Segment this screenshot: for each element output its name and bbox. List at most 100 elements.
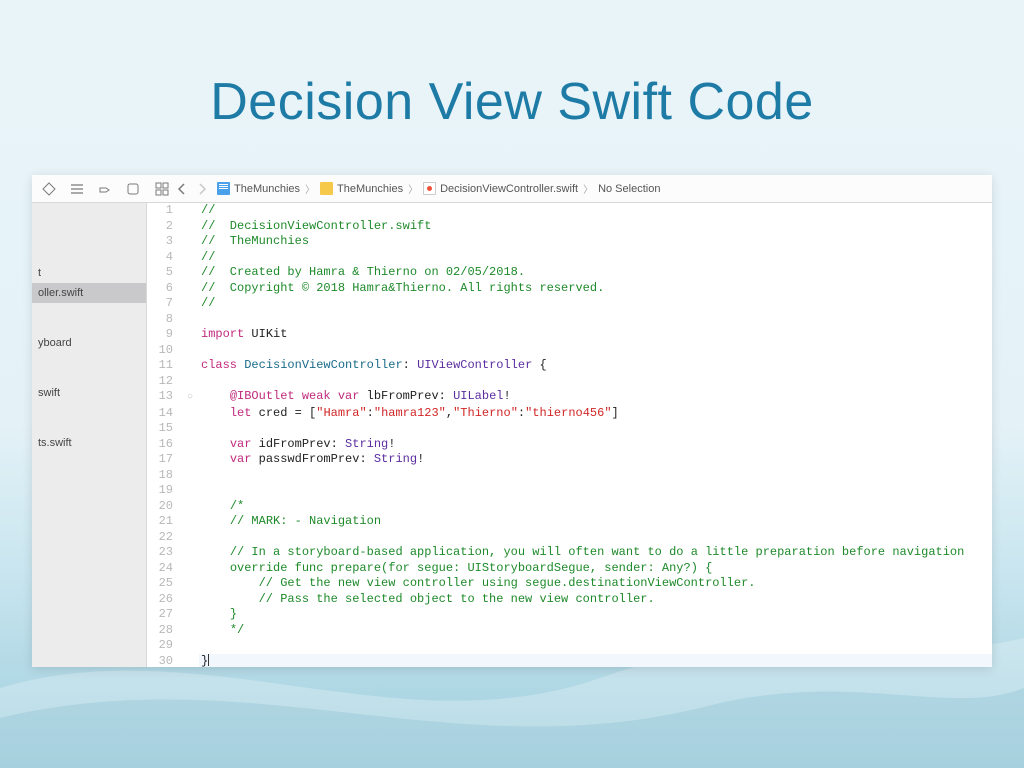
code-content[interactable]: // Copyright © 2018 Hamra&Thierno. All r… (199, 281, 992, 297)
code-line[interactable]: 7// (147, 296, 992, 312)
code-line[interactable]: 21 // MARK: - Navigation (147, 514, 992, 530)
code-content[interactable]: // In a storyboard-based application, yo… (199, 545, 992, 561)
code-line[interactable]: 29 (147, 638, 992, 654)
crumb-label: TheMunchies (234, 183, 300, 195)
code-content[interactable]: class DecisionViewController: UIViewCont… (199, 358, 992, 374)
code-line[interactable]: 26 // Pass the selected object to the ne… (147, 592, 992, 608)
gutter-spacer (181, 452, 199, 468)
code-line[interactable]: 8 (147, 312, 992, 328)
square-icon[interactable] (126, 182, 140, 196)
code-line[interactable]: 13 @IBOutlet weak var lbFromPrev: UILabe… (147, 389, 992, 406)
code-content[interactable] (199, 468, 992, 484)
code-line[interactable]: 6// Copyright © 2018 Hamra&Thierno. All … (147, 281, 992, 297)
outlet-indicator-icon[interactable] (181, 389, 199, 406)
code-content[interactable] (199, 421, 992, 437)
code-content[interactable]: var idFromPrev: String! (199, 437, 992, 453)
sidebar-item[interactable]: t (32, 263, 146, 283)
code-content[interactable] (199, 530, 992, 546)
lines-icon[interactable] (70, 182, 84, 196)
line-number: 23 (147, 545, 181, 561)
grid-icon[interactable] (155, 182, 169, 196)
gutter-spacer (181, 437, 199, 453)
code-content[interactable]: // (199, 296, 992, 312)
crumb-label: TheMunchies (337, 183, 403, 195)
code-content[interactable]: // TheMunchies (199, 234, 992, 250)
code-line[interactable]: 23 // In a storyboard-based application,… (147, 545, 992, 561)
code-content[interactable]: let cred = ["Hamra":"hamra123","Thierno"… (199, 406, 992, 422)
code-content[interactable]: @IBOutlet weak var lbFromPrev: UILabel! (199, 389, 992, 406)
line-number: 26 (147, 592, 181, 608)
code-content[interactable]: // (199, 203, 992, 219)
crumb-label: DecisionViewController.swift (440, 183, 578, 195)
crumb-selection[interactable]: No Selection (598, 183, 660, 195)
code-line[interactable]: 4// (147, 250, 992, 266)
code-line[interactable]: 12 (147, 374, 992, 390)
code-line[interactable]: 28 */ (147, 623, 992, 639)
code-line[interactable]: 25 // Get the new view controller using … (147, 576, 992, 592)
code-content[interactable] (199, 312, 992, 328)
code-line[interactable]: 18 (147, 468, 992, 484)
line-number: 22 (147, 530, 181, 546)
code-content[interactable] (199, 374, 992, 390)
code-content[interactable]: } (199, 607, 992, 623)
code-content[interactable] (199, 483, 992, 499)
sidebar-item[interactable]: ts.swift (32, 433, 146, 453)
code-content[interactable]: } (199, 654, 992, 668)
code-line[interactable]: 5 // Created by Hamra & Thierno on 02/05/… (147, 265, 992, 281)
code-line[interactable]: 3// TheMunchies (147, 234, 992, 250)
code-line[interactable]: 20 /* (147, 499, 992, 515)
code-line[interactable]: 11class DecisionViewController: UIViewCo… (147, 358, 992, 374)
code-line[interactable]: 24 override func prepare(for segue: UISt… (147, 561, 992, 577)
code-line[interactable]: 1// (147, 203, 992, 219)
line-number: 14 (147, 406, 181, 422)
code-content[interactable]: override func prepare(for segue: UIStory… (199, 561, 992, 577)
code-content[interactable]: // Get the new view controller using seg… (199, 576, 992, 592)
line-number: 17 (147, 452, 181, 468)
gutter-spacer (181, 358, 199, 374)
line-number: 5 (147, 265, 181, 281)
nav-forward-icon[interactable] (195, 182, 209, 196)
tag-icon[interactable] (98, 182, 112, 196)
code-content[interactable]: /* (199, 499, 992, 515)
code-line[interactable]: 10 (147, 343, 992, 359)
code-line[interactable]: 2// DecisionViewController.swift (147, 219, 992, 235)
code-content[interactable] (199, 638, 992, 654)
crumb-project[interactable]: TheMunchies (217, 182, 300, 195)
gutter-spacer (181, 312, 199, 328)
line-number: 19 (147, 483, 181, 499)
code-content[interactable] (199, 343, 992, 359)
sidebar-item[interactable]: oller.swift (32, 283, 146, 303)
code-content[interactable]: // MARK: - Navigation (199, 514, 992, 530)
line-number: 15 (147, 421, 181, 437)
code-line[interactable]: 17 var passwdFromPrev: String! (147, 452, 992, 468)
code-line[interactable]: 19 (147, 483, 992, 499)
crumb-folder[interactable]: TheMunchies (320, 182, 403, 195)
line-number: 9 (147, 327, 181, 343)
code-line[interactable]: 9 import UIKit (147, 327, 992, 343)
code-content[interactable]: // (199, 250, 992, 266)
swift-file-icon (423, 182, 436, 195)
code-line[interactable]: 22 (147, 530, 992, 546)
code-editor[interactable]: 1//2// DecisionViewController.swift3// T… (147, 203, 992, 667)
code-content[interactable]: */ (199, 623, 992, 639)
sidebar-item[interactable]: yboard (32, 333, 146, 353)
line-number: 13 (147, 389, 181, 406)
code-line[interactable]: 30} (147, 654, 992, 668)
code-line[interactable]: 16 var idFromPrev: String! (147, 437, 992, 453)
code-content[interactable]: import UIKit (199, 327, 992, 343)
code-line[interactable]: 27 } (147, 607, 992, 623)
code-line[interactable]: 14 let cred = ["Hamra":"hamra123","Thier… (147, 406, 992, 422)
crumb-file[interactable]: DecisionViewController.swift (423, 182, 578, 195)
code-content[interactable]: // DecisionViewController.swift (199, 219, 992, 235)
sidebar-item[interactable]: swift (32, 383, 146, 403)
chevron-icon: 〉 (407, 181, 419, 196)
chevron-icon: 〉 (304, 181, 316, 196)
line-number: 29 (147, 638, 181, 654)
code-line[interactable]: 15 (147, 421, 992, 437)
diamond-icon[interactable] (42, 182, 56, 196)
nav-back-icon[interactable] (175, 182, 189, 196)
code-content[interactable]: var passwdFromPrev: String! (199, 452, 992, 468)
code-content[interactable]: // Pass the selected object to the new v… (199, 592, 992, 608)
code-content[interactable]: // Created by Hamra & Thierno on 02/05/2… (199, 265, 992, 281)
line-number: 10 (147, 343, 181, 359)
